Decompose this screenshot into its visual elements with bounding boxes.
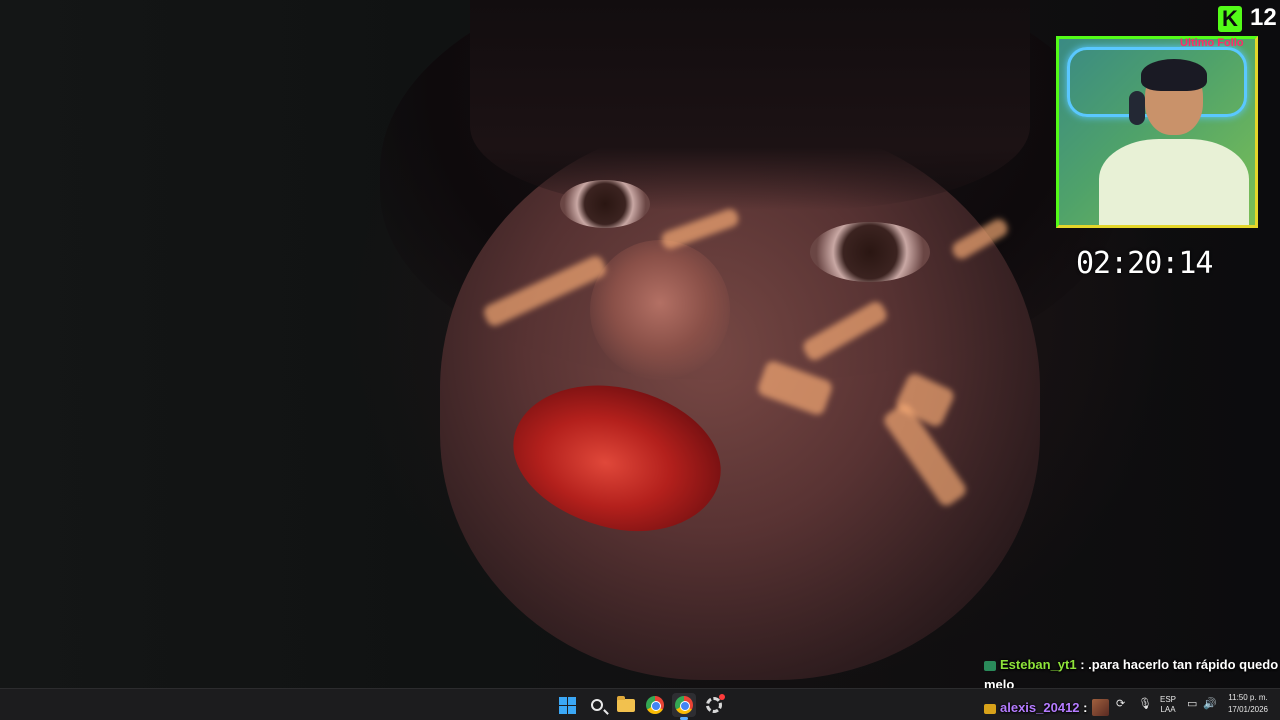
clock-date: 17/01/2026 bbox=[1227, 705, 1269, 714]
chat-separator: : bbox=[1079, 700, 1088, 715]
windows-logo-icon bbox=[558, 696, 576, 714]
clock-time: 11:50 p. m. bbox=[1228, 693, 1268, 702]
gear-icon bbox=[706, 694, 725, 713]
chat-message: alexis_20412 : bbox=[984, 700, 1087, 715]
language-code: ESP bbox=[1159, 695, 1176, 704]
microphone-icon[interactable]: 🎙 bbox=[1138, 697, 1152, 710]
folder-icon bbox=[617, 695, 635, 712]
viewer-count: 12 bbox=[1250, 4, 1277, 31]
volume-icon[interactable]: 🔊 bbox=[1203, 697, 1217, 710]
language-indicator[interactable]: ESP LAA bbox=[1158, 695, 1178, 715]
search-icon bbox=[591, 699, 603, 711]
kick-logo-icon: K bbox=[1218, 6, 1242, 32]
chat-username: alexis_20412 bbox=[1000, 700, 1080, 715]
stream-timer: 02:20:14 bbox=[1076, 246, 1213, 281]
webcam-feed bbox=[1056, 36, 1258, 228]
file-explorer-button[interactable] bbox=[614, 693, 638, 717]
chrome-active-button[interactable] bbox=[672, 693, 696, 720]
chat-text: .para hacerlo tan rápido quedo bbox=[1088, 657, 1279, 672]
webcam-person-hair bbox=[1141, 59, 1207, 91]
last-follow-label: Ultimo Follo bbox=[1180, 37, 1244, 49]
chat-message: Esteban_yt1 : .para hacerlo tan rápido q… bbox=[984, 657, 1278, 672]
search-button[interactable] bbox=[585, 693, 609, 717]
headphones-icon bbox=[1129, 91, 1145, 125]
wallpaper-left-eye bbox=[560, 180, 650, 228]
start-button[interactable] bbox=[555, 693, 579, 717]
chrome-icon bbox=[646, 696, 664, 714]
webcam-person-shirt bbox=[1099, 139, 1249, 225]
chrome-icon bbox=[675, 696, 693, 714]
system-clock[interactable]: 11:50 p. m. 17/01/2026 bbox=[1222, 692, 1274, 716]
wallpaper-nose bbox=[590, 240, 730, 380]
chat-username: Esteban_yt1 bbox=[1000, 657, 1077, 672]
chat-badge-icon bbox=[984, 660, 996, 671]
language-layout: LAA bbox=[1160, 705, 1176, 714]
chrome-button[interactable] bbox=[643, 693, 667, 717]
chat-separator: : bbox=[1076, 657, 1089, 672]
settings-button[interactable] bbox=[702, 693, 726, 717]
sync-icon[interactable]: ⟳ bbox=[1116, 697, 1125, 710]
network-icon[interactable]: ▭ bbox=[1187, 697, 1197, 710]
wallpaper-bangs bbox=[470, 0, 1030, 210]
crown-badge-icon bbox=[984, 703, 996, 714]
wallpaper-right-eye bbox=[810, 222, 930, 282]
taskbar bbox=[0, 688, 1280, 720]
user-avatar[interactable] bbox=[1092, 699, 1109, 716]
